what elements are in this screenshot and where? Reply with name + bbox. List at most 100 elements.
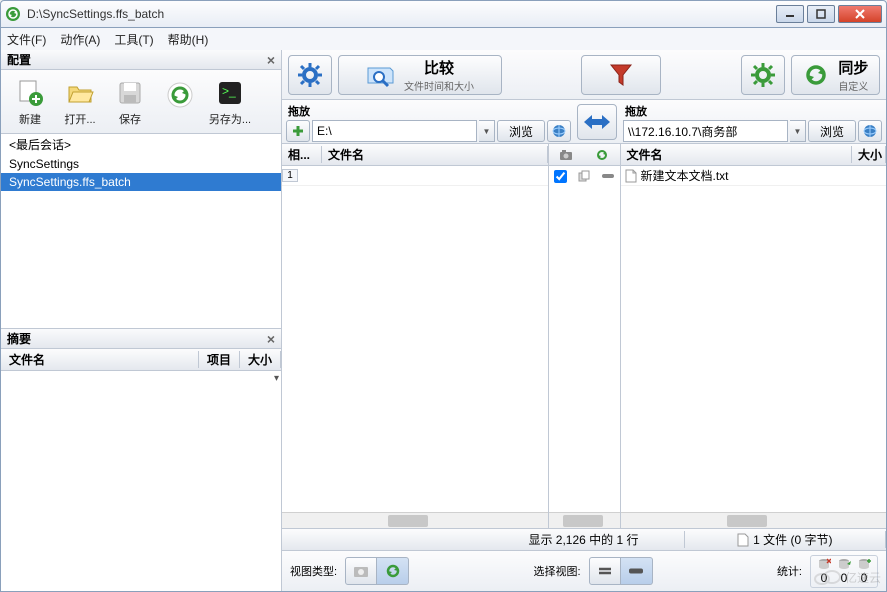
camera-icon[interactable] bbox=[559, 149, 573, 161]
swap-button[interactable] bbox=[577, 104, 617, 140]
window-buttons bbox=[776, 5, 882, 23]
summary-body: ▾ bbox=[1, 371, 281, 591]
gear-green-icon bbox=[749, 61, 777, 89]
right-drop-label: 拖放 bbox=[623, 102, 882, 120]
stats-label: 统计: bbox=[777, 563, 802, 579]
mid-row[interactable] bbox=[549, 166, 620, 186]
sync-view-icon bbox=[385, 563, 401, 579]
minimize-button[interactable] bbox=[776, 5, 804, 23]
left-grid-header: 相... 文件名 bbox=[282, 144, 548, 166]
sync-settings-button[interactable] bbox=[741, 55, 785, 95]
db-create-icon bbox=[857, 558, 871, 570]
viewtype-category-button[interactable] bbox=[345, 557, 377, 585]
menu-file[interactable]: 文件(F) bbox=[7, 31, 46, 48]
config-header: 配置 × bbox=[1, 50, 281, 70]
left-row[interactable]: 1 bbox=[282, 166, 548, 186]
summary-panel: 摘要 × 文件名 项目 大小 ▾ bbox=[1, 328, 281, 591]
stat-update: 0 bbox=[837, 558, 851, 585]
right-row[interactable]: 新建文本文档.txt bbox=[621, 166, 887, 186]
summary-col-name[interactable]: 文件名 bbox=[1, 351, 199, 368]
row-number: 1 bbox=[282, 169, 298, 182]
right-path-dropdown[interactable]: ▼ bbox=[790, 120, 806, 142]
menu-bar: 文件(F) 动作(A) 工具(T) 帮助(H) bbox=[0, 28, 887, 50]
left-path-dropdown[interactable]: ▼ bbox=[479, 120, 495, 142]
save-button[interactable]: 保存 bbox=[107, 73, 153, 131]
config-list[interactable]: <最后会话> SyncSettings SyncSettings.ffs_bat… bbox=[1, 134, 281, 328]
selectview-equal-button[interactable] bbox=[589, 557, 621, 585]
left-drop-label: 拖放 bbox=[286, 102, 571, 120]
right-cloud-button[interactable] bbox=[858, 120, 882, 142]
menu-help[interactable]: 帮助(H) bbox=[168, 31, 209, 48]
mid-body bbox=[549, 166, 620, 512]
compare-settings-button[interactable] bbox=[288, 55, 332, 95]
right-grid: 文件名 大小 新建文本文档.txt bbox=[621, 144, 887, 528]
summary-col-size[interactable]: 大小 bbox=[240, 351, 281, 368]
config-close-icon[interactable]: × bbox=[267, 52, 275, 68]
dash-icon bbox=[629, 567, 643, 575]
row-checkbox[interactable] bbox=[554, 170, 567, 183]
config-toolbar: 新建 打开... 保存 >_ 另存为... bbox=[1, 70, 281, 134]
left-browse-button[interactable]: 浏览 bbox=[497, 120, 545, 142]
maximize-button[interactable] bbox=[807, 5, 835, 23]
col-name-left[interactable]: 文件名 bbox=[322, 146, 548, 163]
swap-icon bbox=[582, 112, 612, 132]
left-grid: 相... 文件名 1 bbox=[282, 144, 549, 528]
stats-group: 0 0 0 bbox=[810, 555, 878, 588]
viewtype-action-button[interactable] bbox=[377, 557, 409, 585]
col-rel-left[interactable]: 相... bbox=[282, 146, 322, 163]
left-path-input[interactable] bbox=[312, 120, 477, 142]
left-scrollbar[interactable] bbox=[282, 512, 548, 528]
left-cloud-button[interactable] bbox=[547, 120, 571, 142]
refresh-mid-icon[interactable] bbox=[595, 148, 609, 162]
open-button[interactable]: 打开... bbox=[57, 73, 103, 131]
grid-row: 相... 文件名 1 bbox=[282, 144, 886, 529]
add-pair-button[interactable] bbox=[286, 120, 310, 142]
left-panel: 配置 × 新建 打开... 保存 >_ 另存为... bbox=[1, 50, 282, 591]
compare-button[interactable]: 比较 文件时间和大小 bbox=[338, 55, 502, 95]
right-row-cell: 新建文本文档.txt bbox=[621, 167, 887, 184]
close-button[interactable] bbox=[838, 5, 882, 23]
filter-button[interactable] bbox=[581, 55, 661, 95]
col-name-right[interactable]: 文件名 bbox=[621, 146, 853, 163]
config-item-last[interactable]: <最后会话> bbox=[1, 134, 281, 155]
db-update-icon bbox=[837, 558, 851, 570]
middle-column bbox=[549, 144, 621, 528]
new-button[interactable]: 新建 bbox=[7, 73, 53, 131]
file-icon bbox=[625, 169, 637, 183]
right-browse-button[interactable]: 浏览 bbox=[808, 120, 856, 142]
sync-label: 同步 bbox=[838, 57, 868, 78]
action-icon bbox=[602, 173, 614, 179]
status-right: 1 文件 (0 字节) bbox=[685, 531, 886, 548]
summary-dropdown-icon[interactable]: ▾ bbox=[274, 373, 279, 384]
summary-columns: 文件名 项目 大小 bbox=[1, 349, 281, 371]
config-item-syncsettings[interactable]: SyncSettings bbox=[1, 155, 281, 173]
sync-icon bbox=[802, 61, 830, 89]
summary-header: 摘要 × bbox=[1, 329, 281, 349]
summary-close-icon[interactable]: × bbox=[267, 331, 275, 347]
saveas-batch-button[interactable]: >_ 另存为... bbox=[207, 73, 253, 131]
config-title: 配置 bbox=[7, 51, 31, 68]
new-label: 新建 bbox=[19, 111, 41, 127]
right-path-input[interactable] bbox=[623, 120, 788, 142]
sync-green-icon bbox=[164, 79, 196, 111]
right-grid-body[interactable]: 新建文本文档.txt bbox=[621, 166, 887, 512]
right-grid-header: 文件名 大小 bbox=[621, 144, 887, 166]
saveas-sync-button[interactable] bbox=[157, 73, 203, 131]
menu-action[interactable]: 动作(A) bbox=[60, 31, 100, 48]
compare-label: 比较 bbox=[424, 57, 454, 78]
menu-tools[interactable]: 工具(T) bbox=[114, 31, 153, 48]
left-grid-body[interactable]: 1 bbox=[282, 166, 548, 512]
selectview-diff-button[interactable] bbox=[621, 557, 653, 585]
config-item-batch[interactable]: SyncSettings.ffs_batch bbox=[1, 173, 281, 191]
mid-scrollbar[interactable] bbox=[549, 512, 620, 528]
right-scrollbar[interactable] bbox=[621, 512, 887, 528]
funnel-icon bbox=[607, 61, 635, 89]
sync-button[interactable]: 同步 自定义 bbox=[791, 55, 880, 95]
right-row-filename: 新建文本文档.txt bbox=[641, 167, 729, 184]
new-icon bbox=[14, 77, 46, 109]
col-size-right[interactable]: 大小 bbox=[852, 146, 886, 163]
sync-sublabel: 自定义 bbox=[838, 78, 868, 93]
gear-blue-icon bbox=[296, 61, 324, 89]
viewtype-toggle bbox=[345, 557, 409, 585]
summary-col-items[interactable]: 项目 bbox=[199, 351, 240, 368]
